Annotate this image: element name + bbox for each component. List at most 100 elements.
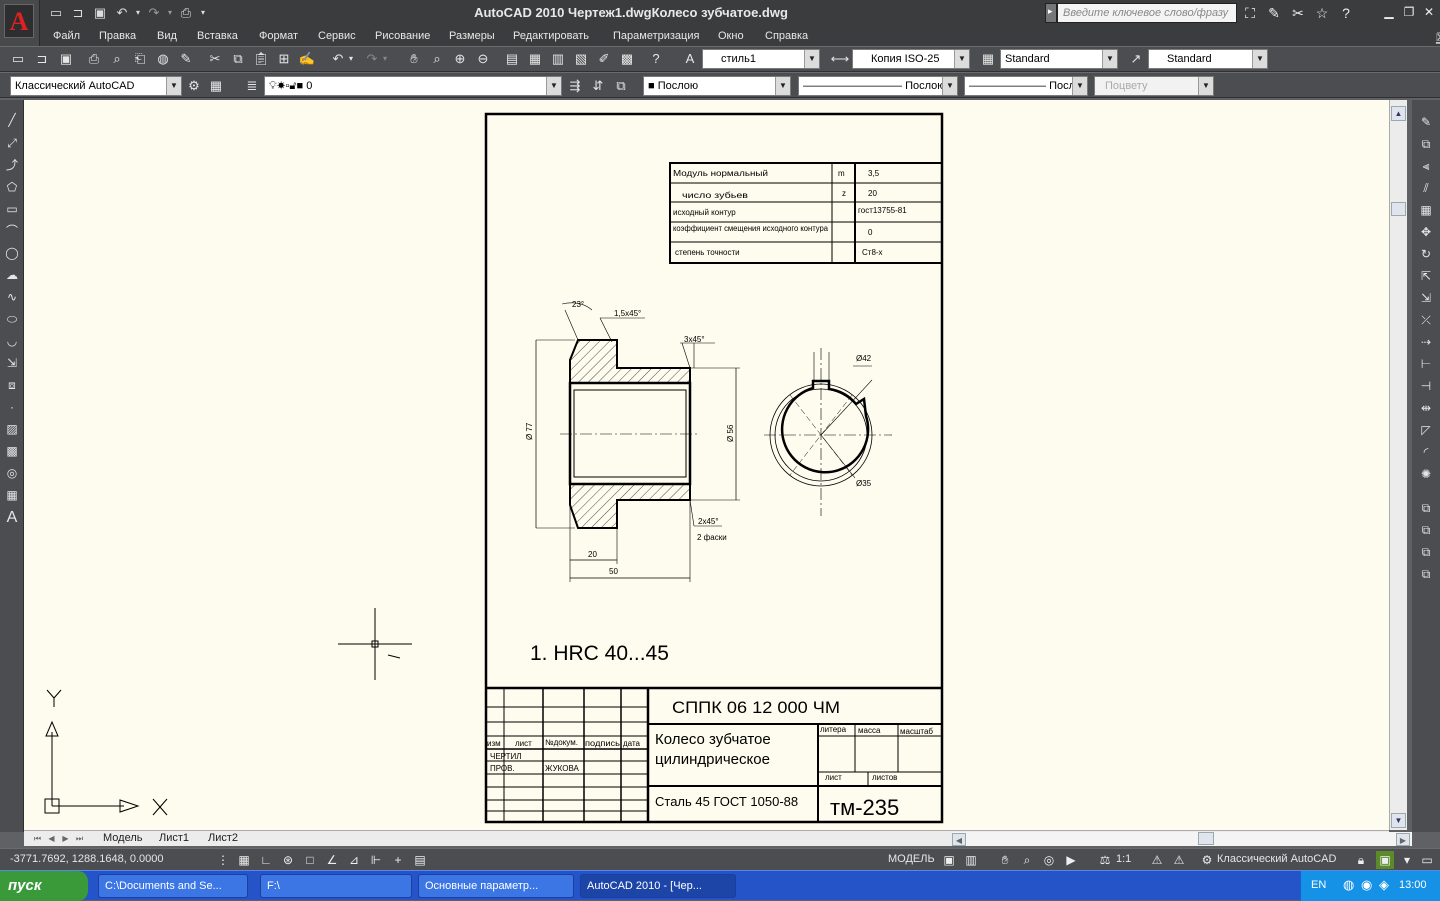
hatch-icon[interactable]: ▨: [2, 419, 22, 439]
scroll-thumb[interactable]: [1391, 202, 1406, 216]
satellite-icon[interactable]: ✂: [1288, 3, 1308, 23]
pan-status-icon[interactable]: ✋︎: [996, 851, 1014, 869]
redo-dropdown-icon[interactable]: ▾: [380, 49, 390, 69]
extend-icon[interactable]: ⇢: [1416, 332, 1436, 352]
zoom-window-icon[interactable]: ⊕: [450, 49, 470, 69]
undo-icon[interactable]: ↶: [328, 49, 348, 69]
qnew-icon[interactable]: ▭: [8, 49, 28, 69]
restore-icon[interactable]: ❐: [1400, 4, 1418, 20]
task-explorer-f[interactable]: F:\: [260, 874, 412, 898]
tab-layout2[interactable]: Лист2: [208, 832, 238, 844]
steering-wheel-icon[interactable]: ◎: [1040, 851, 1058, 869]
calculator-icon[interactable]: ▩: [617, 49, 637, 69]
polygon-icon[interactable]: ⬠: [2, 177, 22, 197]
help-icon[interactable]: ?: [1336, 3, 1356, 23]
snap-tracking-icon[interactable]: ∠: [323, 851, 341, 869]
dim-style-combo[interactable]: Копия ISO-25 ▼: [852, 49, 970, 69]
volume-icon[interactable]: ◉: [1361, 877, 1372, 893]
undo-dropdown-icon[interactable]: ▾: [346, 49, 356, 69]
menu-view[interactable]: Вид: [157, 30, 177, 42]
annotation-scale-value[interactable]: 1:1: [1116, 853, 1131, 865]
array-icon[interactable]: ▦: [1416, 200, 1436, 220]
drawing-area[interactable]: Модуль нормальный m 3,5 число зубьев z 2…: [24, 100, 1389, 830]
showmotion-icon[interactable]: ▶: [1062, 851, 1080, 869]
move-icon[interactable]: ✥: [1416, 222, 1436, 242]
break-at-point-icon[interactable]: ⊢: [1416, 354, 1436, 374]
tab-prev-icon[interactable]: ◀: [46, 832, 57, 845]
network-icon[interactable]: ◈: [1379, 877, 1389, 893]
table-icon[interactable]: ▦: [2, 485, 22, 505]
design-center-icon[interactable]: ▦: [525, 49, 545, 69]
paste-icon[interactable]: 📋︎: [251, 49, 271, 69]
circle-icon[interactable]: ◯: [2, 243, 22, 263]
spline-icon[interactable]: ∿: [2, 287, 22, 307]
trim-icon[interactable]: ⤫: [1416, 310, 1436, 330]
mdi-close-icon[interactable]: ✕: [1436, 31, 1440, 44]
sheet-set-icon[interactable]: ▧: [571, 49, 591, 69]
draworder-front-icon[interactable]: ⧉: [1416, 498, 1436, 518]
hardware-acceleration-icon[interactable]: ▣: [1376, 851, 1394, 869]
wrench-icon[interactable]: ✎: [1264, 3, 1284, 23]
menu-insert[interactable]: Вставка: [197, 30, 238, 42]
zoom-realtime-icon[interactable]: ⌕: [427, 49, 447, 69]
redo-icon[interactable]: ↷: [362, 49, 382, 69]
copy-icon[interactable]: ⧉: [228, 49, 248, 69]
scale-icon[interactable]: ⇱: [1416, 266, 1436, 286]
insert-block-icon[interactable]: ⇲: [2, 353, 22, 373]
grid-display-icon[interactable]: ▦: [235, 851, 253, 869]
rotate-icon[interactable]: ↻: [1416, 244, 1436, 264]
tab-layout1[interactable]: Лист1: [159, 832, 189, 844]
scroll-left-icon[interactable]: ◀: [952, 833, 966, 846]
plot-icon[interactable]: ⎙: [84, 49, 104, 69]
snap-mode-icon[interactable]: ⋮: [214, 851, 232, 869]
layer-previous-icon[interactable]: ⇵: [588, 76, 608, 96]
lineweight-toggle-icon[interactable]: +: [389, 851, 407, 869]
mleader-style-combo[interactable]: Standard ▼: [1148, 49, 1268, 69]
cut-icon[interactable]: ✂: [205, 49, 225, 69]
revision-cloud-icon[interactable]: ☁: [2, 265, 22, 285]
pan-icon[interactable]: ✋︎: [404, 49, 424, 69]
menu-parametric[interactable]: Параметризация: [613, 30, 699, 42]
clean-screen-icon[interactable]: ▭: [1418, 851, 1436, 869]
lock-icon[interactable]: 🔒︎: [1352, 851, 1370, 869]
tab-next-icon[interactable]: ▶: [60, 832, 71, 845]
close-icon[interactable]: ✕: [1420, 4, 1438, 20]
zoom-previous-icon[interactable]: ⊖: [473, 49, 493, 69]
ortho-mode-icon[interactable]: ∟: [257, 851, 275, 869]
tab-first-icon[interactable]: ⏮: [32, 832, 43, 845]
layer-combo[interactable]: 💡︎☀︎▫︎🔓︎■ 0 ▼: [264, 76, 562, 96]
menu-format[interactable]: Формат: [259, 30, 298, 42]
stretch-icon[interactable]: ⇲: [1416, 288, 1436, 308]
chamfer-icon[interactable]: ◸: [1416, 420, 1436, 440]
horizontal-scrollbar[interactable]: ◀ ▶: [952, 832, 1412, 846]
plot-preview-icon[interactable]: ⌕: [107, 49, 127, 69]
ellipse-arc-icon[interactable]: ◡: [2, 331, 22, 351]
application-menu-button[interactable]: A: [0, 0, 40, 46]
scroll-up-icon[interactable]: ▲: [1391, 106, 1406, 121]
offset-icon[interactable]: ⫽: [1416, 178, 1436, 198]
line-icon[interactable]: ╱: [2, 110, 22, 130]
menu-draw[interactable]: Рисование: [375, 30, 430, 42]
mirror-icon[interactable]: ⫷: [1416, 156, 1436, 176]
task-word-document[interactable]: Основные параметр...: [418, 874, 574, 898]
copy-object-icon[interactable]: ⧉: [1416, 134, 1436, 154]
point-icon[interactable]: ·: [2, 397, 22, 417]
erase-icon[interactable]: ✎: [1416, 112, 1436, 132]
search-expand-icon[interactable]: ▸: [1045, 3, 1057, 23]
tool-palettes-icon[interactable]: ▥: [548, 49, 568, 69]
annotation-scale-icon[interactable]: ⚖: [1096, 851, 1114, 869]
isolate-objects-icon[interactable]: ▾: [1398, 851, 1416, 869]
customize-icon[interactable]: ▦: [206, 76, 226, 96]
dynamic-input-icon[interactable]: ⊩: [367, 851, 385, 869]
tab-model[interactable]: Модель: [103, 832, 142, 844]
construction-line-icon[interactable]: ⤢: [2, 133, 22, 153]
markup-icon[interactable]: ✐: [594, 49, 614, 69]
draworder-under-icon[interactable]: ⧉: [1416, 564, 1436, 584]
menu-edit[interactable]: Правка: [99, 30, 136, 42]
lineweight-combo[interactable]: ——————— Послою ▼: [964, 76, 1088, 96]
menu-tools[interactable]: Сервис: [318, 30, 356, 42]
rectangle-icon[interactable]: ▭: [2, 199, 22, 219]
menu-window[interactable]: Окно: [718, 30, 744, 42]
region-icon[interactable]: ◎: [2, 463, 22, 483]
save-icon[interactable]: ▣: [56, 49, 76, 69]
